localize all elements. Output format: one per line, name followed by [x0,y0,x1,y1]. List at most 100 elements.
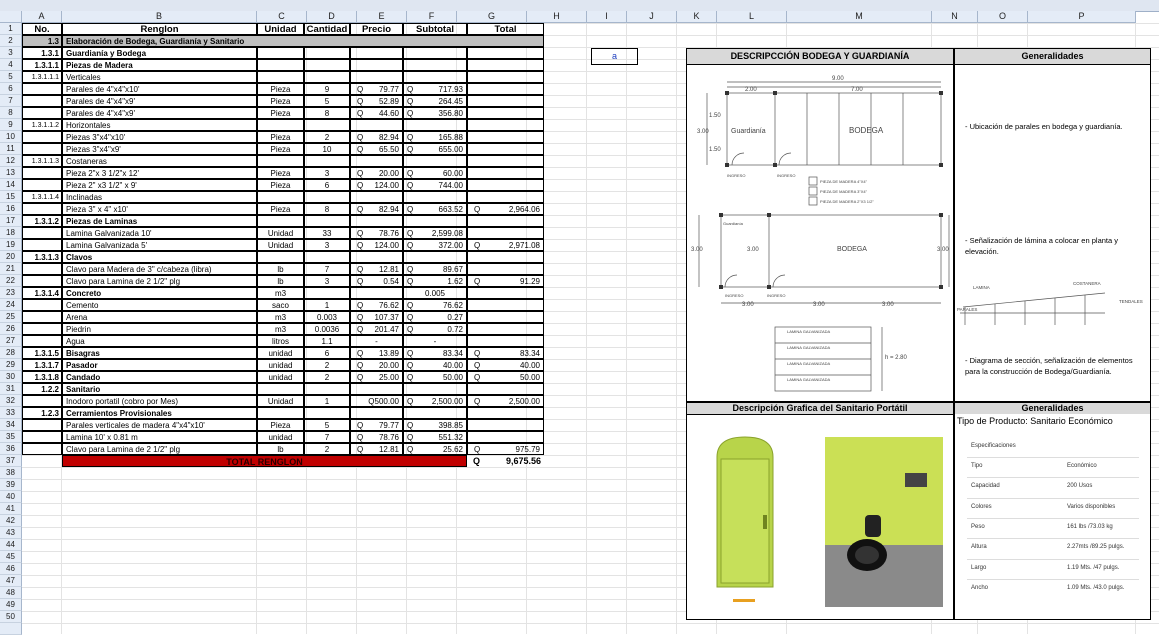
cell-subtotal[interactable]: Q 25.62 [403,443,467,455]
column-title-precio[interactable]: Precio [350,23,403,35]
cell-unidad[interactable]: Unidad [257,239,304,251]
cell-renglon[interactable]: Guardianía y Bodega [62,47,257,59]
cell-renglon[interactable]: Parales de 4"x4"x9' [62,107,257,119]
cell-total[interactable] [467,251,544,263]
cell-subtotal[interactable]: Q 60.00 [403,167,467,179]
cell-renglon[interactable]: Clavo para Lamina de 2 1/2" plg [62,443,257,455]
cell-renglon[interactable]: Clavo para Lamina de 2 1/2" plg [62,275,257,287]
cell-cantidad[interactable]: 5 [304,419,350,431]
row-header[interactable]: 34 [0,419,22,431]
cell-total[interactable] [467,311,544,323]
cell-cantidad[interactable] [304,47,350,59]
cell-renglon[interactable]: Concreto [62,287,257,299]
cell-precio[interactable] [350,251,403,263]
cell-cantidad[interactable] [304,287,350,299]
row-header[interactable]: 44 [0,539,22,551]
cell-total[interactable]: Q 2,964.06 [467,203,544,215]
row-header[interactable]: 23 [0,287,22,299]
row-header[interactable]: 13 [0,167,22,179]
column-header-h[interactable]: H [527,11,587,23]
row-header[interactable]: 37 [0,455,22,467]
cell-cantidad[interactable]: 2 [304,371,350,383]
cell-unidad[interactable]: Pieza [257,107,304,119]
cell-cantidad[interactable] [304,71,350,83]
cell-cantidad[interactable] [304,383,350,395]
cell-subtotal[interactable] [403,59,467,71]
cell-precio[interactable]: Q 82.94 [350,203,403,215]
row-header[interactable]: 25 [0,311,22,323]
cell-renglon[interactable]: Lamina Galvanizada 5' [62,239,257,251]
cell-precio[interactable] [350,407,403,419]
row-header[interactable]: 48 [0,587,22,599]
column-header-d[interactable]: D [307,11,357,23]
cell-cantidad[interactable]: 9 [304,83,350,95]
row-header[interactable]: 26 [0,323,22,335]
row-header[interactable]: 36 [0,443,22,455]
cell-cantidad[interactable]: 7 [304,431,350,443]
cell-cantidad[interactable]: 3 [304,167,350,179]
cell-cantidad[interactable]: 2 [304,443,350,455]
row-header[interactable]: 4 [0,59,22,71]
cell-renglon[interactable]: Piezas de Laminas [62,215,257,227]
cell-precio[interactable]: Q 25.00 [350,371,403,383]
cell-total[interactable]: Q 91.29 [467,275,544,287]
cell-unidad[interactable]: Pieza [257,167,304,179]
row-header[interactable]: 12 [0,155,22,167]
cell-unidad[interactable]: lb [257,275,304,287]
row-header[interactable]: 28 [0,347,22,359]
row-header[interactable]: 31 [0,383,22,395]
cell-item-number[interactable] [22,431,62,443]
cell-total[interactable] [467,131,544,143]
cell-subtotal[interactable]: Q 0.72 [403,323,467,335]
cell-renglon[interactable]: Piedrin [62,323,257,335]
row-header[interactable]: 9 [0,119,22,131]
cell-cantidad[interactable]: 2 [304,359,350,371]
cell-renglon[interactable]: Piezas de Madera [62,59,257,71]
cell-cantidad[interactable] [304,119,350,131]
cell-unidad[interactable]: Pieza [257,131,304,143]
total-renglon-value[interactable]: Q 9,675.56 [467,455,544,467]
cell-unidad[interactable] [257,191,304,203]
column-header-b[interactable]: B [62,11,257,23]
cell-renglon[interactable]: Agua [62,335,257,347]
cell-precio[interactable]: Q 124.00 [350,239,403,251]
cell-subtotal[interactable]: Q 398.85 [403,419,467,431]
cell-total[interactable] [467,215,544,227]
cell-cantidad[interactable]: 6 [304,347,350,359]
cell-item-number[interactable]: 1.3.1 [22,47,62,59]
cell-subtotal[interactable] [403,155,467,167]
cell-unidad[interactable]: m3 [257,311,304,323]
cell-item-number[interactable] [22,419,62,431]
row-header[interactable]: 27 [0,335,22,347]
cell-unidad[interactable]: Pieza [257,83,304,95]
cell-unidad[interactable] [257,251,304,263]
cell-subtotal[interactable]: Q 372.00 [403,239,467,251]
row-header[interactable]: 46 [0,563,22,575]
cell-renglon[interactable]: Verticales [62,71,257,83]
cell-cantidad[interactable] [304,191,350,203]
cell-item-number[interactable] [22,323,62,335]
cell-item-number[interactable] [22,263,62,275]
cell-subtotal[interactable]: Q 50.00 [403,371,467,383]
cell-renglon[interactable]: Clavos [62,251,257,263]
cell-total[interactable]: Q 2,500.00 [467,395,544,407]
cell-cantidad[interactable] [304,155,350,167]
cell-renglon[interactable]: Pieza 2"x 3 1/2"x 12' [62,167,257,179]
cell-cantidad[interactable]: 5 [304,95,350,107]
column-header-p[interactable]: P [1028,11,1136,23]
row-header[interactable]: 21 [0,263,22,275]
row-header[interactable]: 1 [0,23,22,35]
row-header[interactable]: 15 [0,191,22,203]
row-header[interactable]: 45 [0,551,22,563]
cell-precio[interactable] [350,155,403,167]
cell-cantidad[interactable] [304,251,350,263]
column-header-a[interactable]: A [22,11,62,23]
cell-cantidad[interactable]: 1.1 [304,335,350,347]
column-header-j[interactable]: J [627,11,677,23]
row-header[interactable]: 22 [0,275,22,287]
column-title-subtotal[interactable]: Subtotal [403,23,467,35]
cell-button[interactable]: a [591,48,638,65]
cell-precio[interactable] [350,119,403,131]
cell-total[interactable] [467,419,544,431]
cell-item-number[interactable] [22,131,62,143]
